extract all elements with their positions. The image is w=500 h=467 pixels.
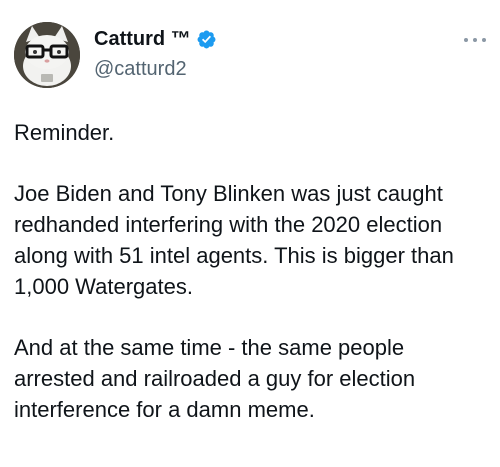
tweet-paragraph: Joe Biden and Tony Blinken was just caug… [14,178,486,302]
tweet-text-line: 1,000 Watergates. [14,274,193,299]
avatar[interactable] [14,22,80,88]
verified-badge-icon [196,29,217,50]
display-name[interactable]: Catturd ™ [94,26,191,52]
dot [482,38,486,42]
tweet-text-line: along with 51 intel agents. This is bigg… [14,243,454,268]
handle[interactable]: @catturd2 [94,56,217,82]
cat-avatar-icon [14,22,80,88]
author-names: Catturd ™ @catturd2 [94,26,217,82]
more-horizontal-icon[interactable] [464,36,486,44]
tweet-text-line: redhanded interfering with the 2020 elec… [14,212,443,237]
dot [464,38,468,42]
tweet-text-line: And at the same time - the same people [14,335,405,360]
tweet-text-line: arrested and railroaded a guy for electi… [14,366,416,391]
tweet-header: Catturd ™ @catturd2 [14,22,486,88]
tweet-paragraph: And at the same time - the same people ar… [14,332,486,425]
dot [473,38,477,42]
name-row: Catturd ™ [94,26,217,52]
tweet-text-line: Reminder. [14,120,115,145]
tweet-text-line: Joe Biden and Tony Blinken was just caug… [14,181,443,206]
tweet-card: Catturd ™ @catturd2 Reminder. Joe Biden a… [0,0,500,467]
tweet-text-line: interference for a damn meme. [14,397,315,422]
tweet-text: Reminder. Joe Biden and Tony Blinken was … [14,117,486,455]
tweet-paragraph: Reminder. [14,117,486,148]
